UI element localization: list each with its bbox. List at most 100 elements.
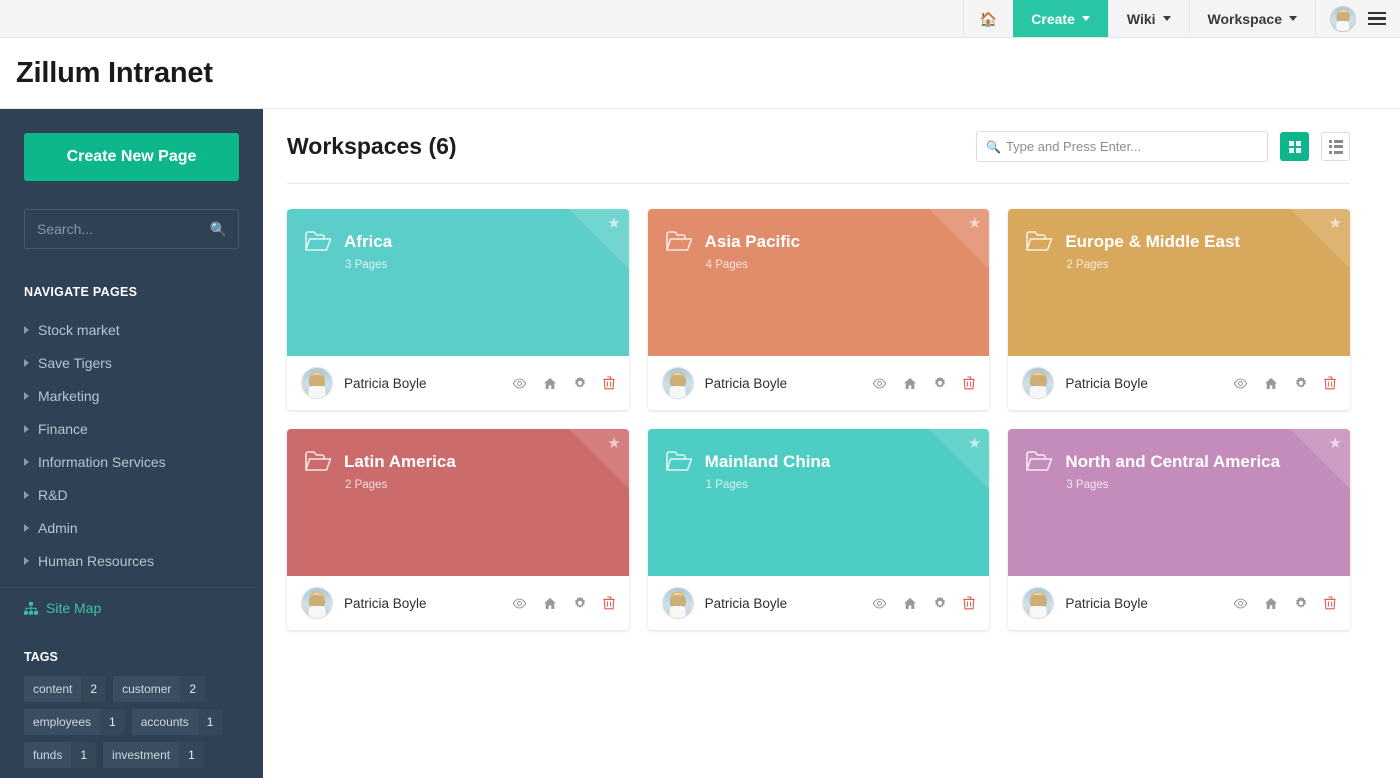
delete-icon[interactable] xyxy=(963,376,975,390)
header-divider xyxy=(287,183,1350,184)
grid-view-button[interactable] xyxy=(1280,132,1309,161)
tag-label: accounts xyxy=(132,709,198,735)
home-icon[interactable] xyxy=(903,377,917,390)
hamburger-menu-icon[interactable] xyxy=(1368,12,1386,25)
home-icon[interactable] xyxy=(1264,377,1278,390)
sidebar-item-site-map[interactable]: Site Map xyxy=(24,588,239,616)
chevron-right-icon xyxy=(24,524,29,532)
chevron-right-icon xyxy=(24,425,29,433)
tag-accounts[interactable]: accounts 1 xyxy=(132,709,223,735)
tag-count: 1 xyxy=(198,709,223,735)
workspace-card[interactable]: ★ Africa 3 Pages Patricia Boyle xyxy=(287,209,629,410)
nav-workspace-menu[interactable]: Workspace xyxy=(1189,0,1315,37)
nav-wiki-label: Wiki xyxy=(1127,11,1156,27)
view-icon[interactable] xyxy=(1233,598,1248,609)
settings-icon[interactable] xyxy=(933,376,947,390)
owner-avatar xyxy=(301,367,333,399)
page-body: Create New Page 🔍 NAVIGATE PAGES Stock m… xyxy=(0,109,1400,778)
tag-count: 2 xyxy=(81,676,106,702)
workspace-footer: Patricia Boyle xyxy=(1008,356,1350,410)
favorite-star-icon[interactable]: ★ xyxy=(1329,436,1342,451)
sidebar-item-label: Marketing xyxy=(38,388,99,404)
favorite-star-icon[interactable]: ★ xyxy=(607,436,620,451)
sidebar-item-label: Stock market xyxy=(38,322,120,338)
delete-icon[interactable] xyxy=(603,376,615,390)
sidebar-item-label: R&D xyxy=(38,487,68,503)
sidebar-search[interactable]: 🔍 xyxy=(24,209,239,249)
chevron-right-icon xyxy=(24,491,29,499)
workspace-owner: Patricia Boyle xyxy=(1065,596,1148,611)
sidebar-item-finance[interactable]: Finance xyxy=(24,412,239,445)
sidebar-item-stock-market[interactable]: Stock market xyxy=(24,313,239,346)
nav-create-menu[interactable]: Create xyxy=(1013,0,1108,37)
favorite-star-icon[interactable]: ★ xyxy=(607,216,620,231)
view-icon[interactable] xyxy=(872,378,887,389)
tag-content[interactable]: content 2 xyxy=(24,676,106,702)
sidebar-sitemap-label: Site Map xyxy=(46,600,101,616)
workspace-title-row: Africa xyxy=(305,231,611,252)
nav-wiki-menu[interactable]: Wiki xyxy=(1108,0,1189,37)
workspace-name: Latin America xyxy=(344,452,456,472)
settings-icon[interactable] xyxy=(1294,596,1308,610)
view-icon[interactable] xyxy=(1233,378,1248,389)
settings-icon[interactable] xyxy=(573,376,587,390)
grid-icon xyxy=(1289,141,1301,153)
folder-icon xyxy=(305,231,332,252)
delete-icon[interactable] xyxy=(1324,596,1336,610)
workspace-search[interactable]: 🔍 xyxy=(976,131,1268,162)
folder-icon xyxy=(305,451,332,472)
workspace-card[interactable]: ★ Europe & Middle East 2 Pages Patric xyxy=(1008,209,1350,410)
search-icon[interactable]: 🔍 xyxy=(210,221,227,238)
workspace-name: North and Central America xyxy=(1065,452,1280,472)
home-icon[interactable] xyxy=(903,597,917,610)
sidebar-item-admin[interactable]: Admin xyxy=(24,511,239,544)
workspace-title-row: Europe & Middle East xyxy=(1026,231,1332,252)
chevron-right-icon xyxy=(24,359,29,367)
home-icon[interactable] xyxy=(1264,597,1278,610)
home-icon[interactable] xyxy=(543,377,557,390)
sidebar-item-rd[interactable]: R&D xyxy=(24,478,239,511)
settings-icon[interactable] xyxy=(573,596,587,610)
workspace-card[interactable]: ★ North and Central America 3 Pages P xyxy=(1008,429,1350,630)
sidebar-item-human-resources[interactable]: Human Resources xyxy=(24,544,239,577)
home-icon[interactable] xyxy=(543,597,557,610)
workspace-card[interactable]: ★ Asia Pacific 4 Pages Patricia Boyle xyxy=(648,209,990,410)
view-icon[interactable] xyxy=(512,598,527,609)
avatar[interactable] xyxy=(1330,6,1356,32)
favorite-star-icon[interactable]: ★ xyxy=(968,216,981,231)
tag-customer[interactable]: customer 2 xyxy=(113,676,205,702)
tag-label: employees xyxy=(24,709,100,735)
chevron-right-icon xyxy=(24,557,29,565)
workspace-banner: ★ Africa 3 Pages xyxy=(287,209,629,356)
workspace-title-row: North and Central America xyxy=(1026,451,1332,472)
workspace-search-input[interactable] xyxy=(1006,139,1258,154)
settings-icon[interactable] xyxy=(933,596,947,610)
sidebar-item-label: Information Services xyxy=(38,454,166,470)
sidebar-item-marketing[interactable]: Marketing xyxy=(24,379,239,412)
navigate-pages-heading: NAVIGATE PAGES xyxy=(24,285,239,299)
delete-icon[interactable] xyxy=(963,596,975,610)
folder-icon xyxy=(666,231,693,252)
delete-icon[interactable] xyxy=(1324,376,1336,390)
list-view-button[interactable] xyxy=(1321,132,1350,161)
nav-home-button[interactable]: 🏠 xyxy=(963,0,1013,37)
workspace-card[interactable]: ★ Latin America 2 Pages Patricia Boyl xyxy=(287,429,629,630)
tag-count: 1 xyxy=(100,709,125,735)
delete-icon[interactable] xyxy=(603,596,615,610)
view-icon[interactable] xyxy=(512,378,527,389)
favorite-star-icon[interactable]: ★ xyxy=(968,436,981,451)
tag-funds[interactable]: funds 1 xyxy=(24,742,96,768)
favorite-star-icon[interactable]: ★ xyxy=(1329,216,1342,231)
create-new-page-button[interactable]: Create New Page xyxy=(24,133,239,181)
view-icon[interactable] xyxy=(872,598,887,609)
workspace-card[interactable]: ★ Mainland China 1 Pages Patricia Boy xyxy=(648,429,990,630)
sidebar-item-save-tigers[interactable]: Save Tigers xyxy=(24,346,239,379)
tag-count: 1 xyxy=(179,742,204,768)
sidebar-item-information-services[interactable]: Information Services xyxy=(24,445,239,478)
folder-icon xyxy=(1026,451,1053,472)
workspace-owner: Patricia Boyle xyxy=(344,596,427,611)
settings-icon[interactable] xyxy=(1294,376,1308,390)
sidebar-item-label: Human Resources xyxy=(38,553,154,569)
tag-employees[interactable]: employees 1 xyxy=(24,709,125,735)
tag-investment[interactable]: investment 1 xyxy=(103,742,204,768)
